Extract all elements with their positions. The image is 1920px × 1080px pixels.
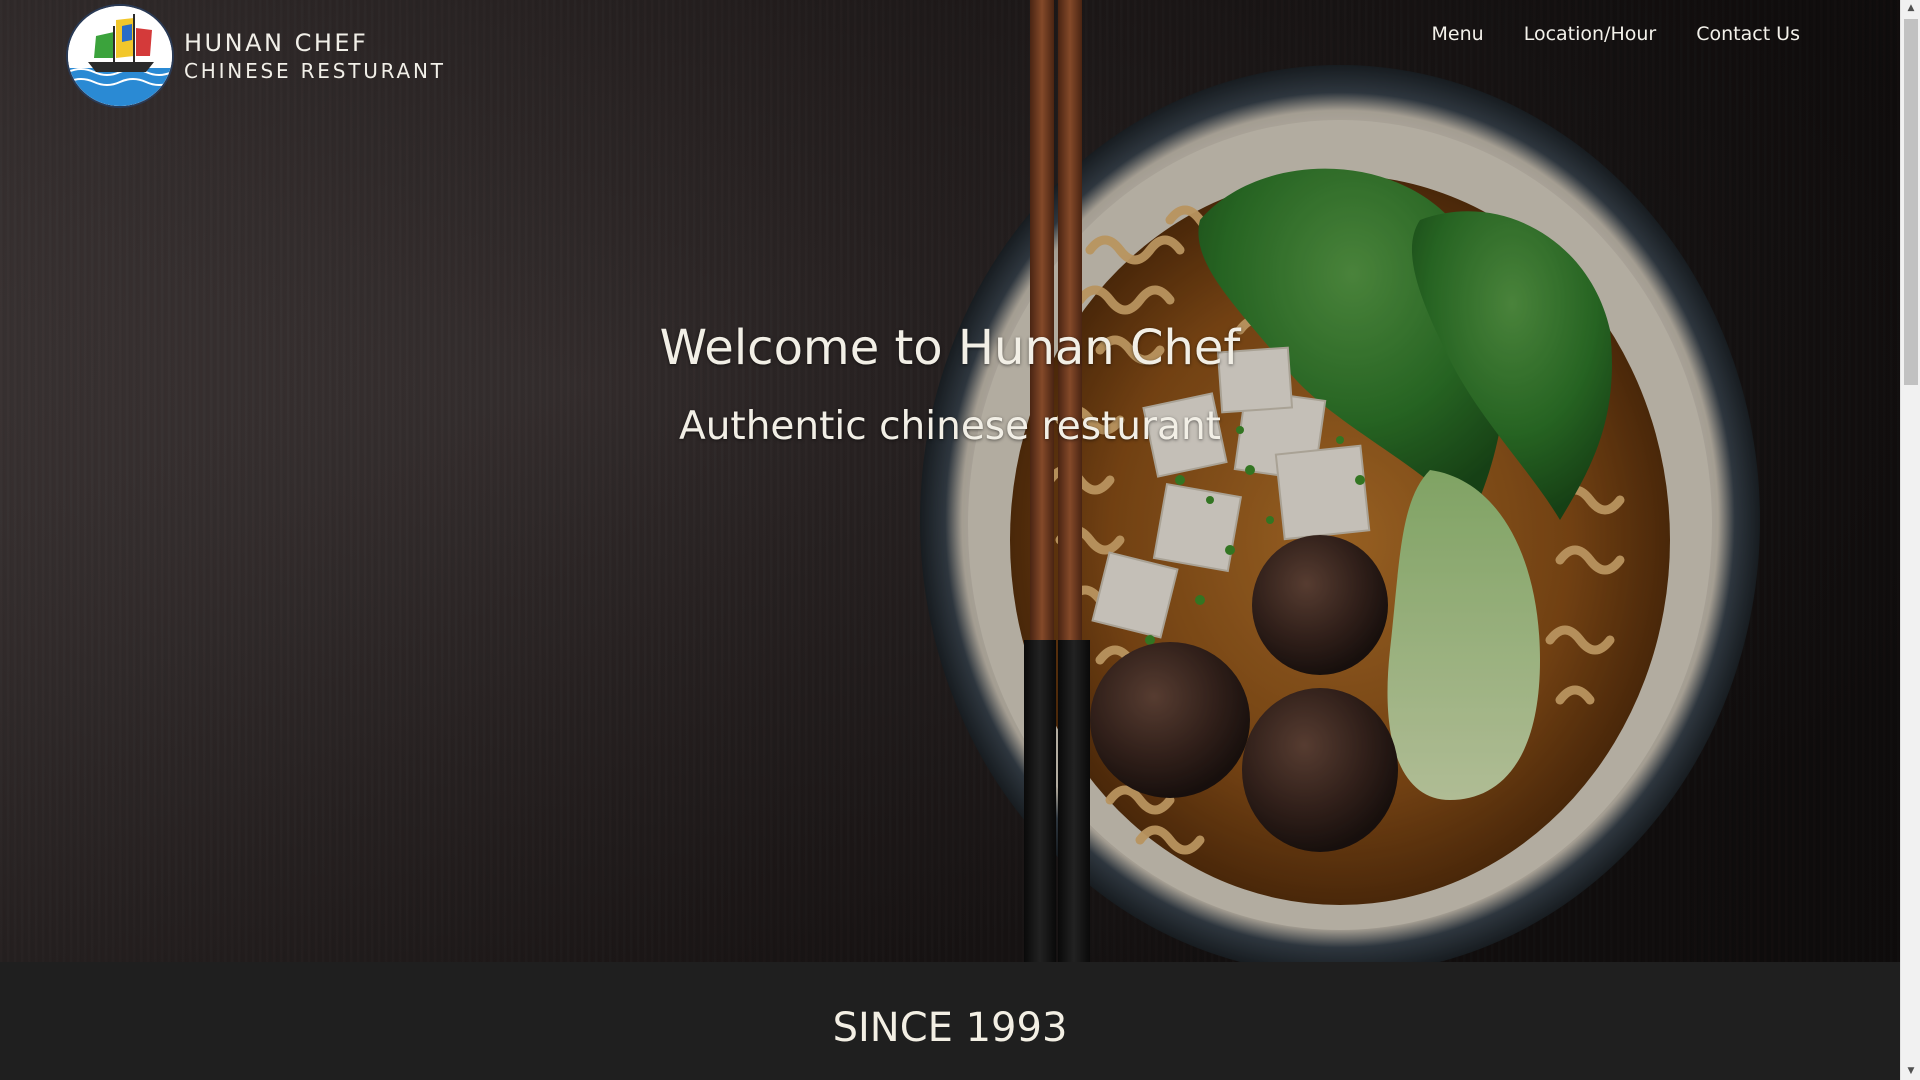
scrollbar-thumb[interactable]: [1904, 19, 1918, 385]
hero-section: [0, 0, 1900, 962]
hero-title: Welcome to Hunan Chef: [659, 320, 1241, 376]
navbar: HUNAN CHEF CHINESE RESTURANT Menu Locati…: [0, 0, 1900, 110]
hero-overlay: [0, 0, 1900, 962]
since-title: SINCE 1993: [832, 1005, 1068, 1051]
brand-name: HUNAN CHEF: [184, 29, 369, 57]
hero-subtitle: Authentic chinese resturant: [679, 404, 1221, 449]
nav-link-contact-us[interactable]: Contact Us: [1676, 22, 1820, 46]
vertical-scrollbar[interactable]: ▲ ▼: [1900, 0, 1920, 1080]
nav-link-menu[interactable]: Menu: [1412, 22, 1504, 46]
page: HUNAN CHEF CHINESE RESTURANT Menu Locati…: [0, 0, 1900, 1080]
sailing-ship-logo-icon: [66, 4, 174, 108]
hero-text: Welcome to Hunan Chef Authentic chinese …: [0, 320, 1900, 449]
brand-text: HUNAN CHEF CHINESE RESTURANT: [184, 31, 446, 81]
scroll-down-arrow-icon[interactable]: ▼: [1901, 1063, 1920, 1080]
since-section: SINCE 1993: [0, 962, 1900, 1080]
scroll-up-arrow-icon[interactable]: ▲: [1901, 0, 1920, 17]
brand-subtitle: CHINESE RESTURANT: [184, 59, 446, 83]
brand-home-link[interactable]: HUNAN CHEF CHINESE RESTURANT: [66, 4, 446, 108]
nav-link-location-hour[interactable]: Location/Hour: [1504, 22, 1677, 46]
nav-links: Menu Location/Hour Contact Us: [1412, 22, 1820, 46]
